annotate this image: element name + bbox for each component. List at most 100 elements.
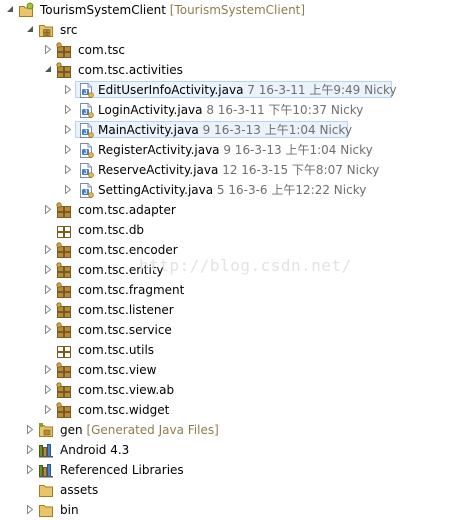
package-item[interactable]: com.tsc.listener bbox=[0, 300, 472, 320]
item-name: com.tsc.adapter bbox=[78, 203, 176, 217]
item-label: assets bbox=[60, 480, 98, 500]
file-item[interactable]: J RegisterActivity.java 9 16-3-13 上午1:04 … bbox=[0, 140, 472, 160]
item-name: com.tsc.fragment bbox=[78, 283, 185, 297]
package-icon bbox=[56, 360, 74, 380]
item-label: com.tsc.view.ab bbox=[78, 380, 174, 400]
file-item[interactable]: J EditUserInfoActivity.java 7 16-3-11 上午9… bbox=[0, 80, 472, 100]
android-project-icon bbox=[18, 0, 36, 20]
collapsed-arrow-icon[interactable] bbox=[64, 80, 74, 100]
collapsed-arrow-icon[interactable] bbox=[44, 280, 54, 300]
tree-folder-item[interactable]: Referenced Libraries bbox=[0, 460, 472, 480]
svg-text:J: J bbox=[84, 130, 87, 136]
item-name: com.tsc bbox=[78, 43, 125, 57]
item-label: com.tsc.activities bbox=[78, 60, 183, 80]
collapsed-arrow-icon[interactable] bbox=[44, 40, 54, 60]
file-item[interactable]: J SettingActivity.java 5 16-3-6 上午12:22 N… bbox=[0, 180, 472, 200]
expanded-arrow-icon[interactable] bbox=[26, 20, 36, 40]
collapsed-arrow-icon[interactable] bbox=[26, 460, 36, 480]
tree-folder-item[interactable]: bin bbox=[0, 500, 472, 520]
package-item[interactable]: com.tsc.activities bbox=[0, 60, 472, 80]
package-item[interactable]: com.tsc.adapter bbox=[0, 200, 472, 220]
package-icon bbox=[56, 240, 74, 260]
package-item[interactable]: com.tsc.service bbox=[0, 320, 472, 340]
package-item[interactable]: com.tsc.view bbox=[0, 360, 472, 380]
package-item[interactable]: com.tsc.fragment bbox=[0, 280, 472, 300]
item-label: com.tsc.service bbox=[78, 320, 172, 340]
generated-folder-icon bbox=[38, 420, 56, 440]
package-icon bbox=[56, 280, 74, 300]
package-icon bbox=[56, 40, 74, 60]
source-folder-icon bbox=[38, 20, 56, 40]
file-meta: 12 16-3-15 下午8:07 Nicky bbox=[222, 163, 380, 177]
item-label: src bbox=[60, 20, 78, 40]
item-label: com.tsc.db bbox=[78, 220, 144, 240]
package-item[interactable]: com.tsc.view.ab bbox=[0, 380, 472, 400]
file-item[interactable]: J ReserveActivity.java 12 16-3-15 下午8:07 … bbox=[0, 160, 472, 180]
package-item[interactable]: com.tsc.widget bbox=[0, 400, 472, 420]
file-item[interactable]: J LoginActivity.java 8 16-3-11 下午10:37 Ni… bbox=[0, 100, 472, 120]
svg-text:J: J bbox=[84, 170, 87, 176]
file-name: ReserveActivity.java bbox=[98, 163, 219, 177]
collapsed-arrow-icon[interactable] bbox=[44, 380, 54, 400]
expanded-arrow-icon[interactable] bbox=[44, 60, 54, 80]
collapsed-arrow-icon[interactable] bbox=[26, 440, 36, 460]
item-name: TourismSystemClient bbox=[40, 3, 166, 17]
item-label: com.tsc.fragment bbox=[78, 280, 184, 300]
expanded-arrow-icon[interactable] bbox=[6, 0, 16, 20]
collapsed-arrow-icon[interactable] bbox=[44, 300, 54, 320]
collapsed-arrow-icon[interactable] bbox=[44, 240, 54, 260]
tree-folder-item[interactable]: Android 4.3 bbox=[0, 440, 472, 460]
collapsed-arrow-icon[interactable] bbox=[44, 260, 54, 280]
item-label: com.tsc.encoder bbox=[78, 240, 178, 260]
collapsed-arrow-icon[interactable] bbox=[64, 180, 74, 200]
file-name: SettingActivity.java bbox=[98, 183, 214, 197]
file-name: RegisterActivity.java bbox=[98, 143, 220, 157]
package-item[interactable]: com.tsc.utils bbox=[0, 340, 472, 360]
item-label: com.tsc.view bbox=[78, 360, 156, 380]
java-file-icon: J bbox=[78, 180, 96, 200]
file-label: LoginActivity.java 8 16-3-11 下午10:37 Nic… bbox=[98, 100, 363, 120]
project-item[interactable]: TourismSystemClient [TourismSystemClient… bbox=[0, 0, 472, 20]
item-name: com.tsc.view.ab bbox=[78, 383, 175, 397]
package-item[interactable]: com.tsc.encoder bbox=[0, 240, 472, 260]
item-name: assets bbox=[60, 483, 99, 497]
package-icon bbox=[56, 300, 74, 320]
file-meta: 8 16-3-11 下午10:37 Nicky bbox=[206, 103, 364, 117]
package-icon bbox=[56, 400, 74, 420]
item-name: com.tsc.utils bbox=[78, 343, 155, 357]
item-label: gen [Generated Java Files] bbox=[60, 420, 219, 440]
file-item[interactable]: J MainActivity.java 9 16-3-13 上午1:04 Nick… bbox=[0, 120, 472, 140]
package-item[interactable]: com.tsc.entity bbox=[0, 260, 472, 280]
collapsed-arrow-icon[interactable] bbox=[64, 120, 74, 140]
collapsed-arrow-icon[interactable] bbox=[64, 140, 74, 160]
collapsed-arrow-icon[interactable] bbox=[26, 500, 36, 520]
java-file-icon: J bbox=[78, 80, 96, 100]
file-meta: 7 16-3-11 上午9:49 Nicky bbox=[247, 83, 397, 97]
collapsed-arrow-icon[interactable] bbox=[44, 360, 54, 380]
item-name: com.tsc.entity bbox=[78, 263, 164, 277]
tree-folder-item[interactable]: src bbox=[0, 20, 472, 40]
svg-text:J: J bbox=[84, 110, 87, 116]
item-label: TourismSystemClient [TourismSystemClient… bbox=[40, 0, 305, 20]
tree-folder-item[interactable]: assets bbox=[0, 480, 472, 500]
collapsed-arrow-icon[interactable] bbox=[26, 420, 36, 440]
package-icon bbox=[56, 60, 74, 80]
file-label: MainActivity.java 9 16-3-13 上午1:04 Nicky bbox=[98, 120, 352, 140]
item-label: bin bbox=[60, 500, 79, 520]
item-label: com.tsc bbox=[78, 40, 125, 60]
collapsed-arrow-icon[interactable] bbox=[44, 400, 54, 420]
package-item[interactable]: com.tsc bbox=[0, 40, 472, 60]
package-item[interactable]: com.tsc.db bbox=[0, 220, 472, 240]
collapsed-arrow-icon[interactable] bbox=[44, 320, 54, 340]
collapsed-arrow-icon[interactable] bbox=[64, 100, 74, 120]
item-name: com.tsc.db bbox=[78, 223, 145, 237]
file-label: ReserveActivity.java 12 16-3-15 下午8:07 N… bbox=[98, 160, 379, 180]
tree-folder-item[interactable]: gen [Generated Java Files] bbox=[0, 420, 472, 440]
item-label: com.tsc.widget bbox=[78, 400, 169, 420]
file-name: LoginActivity.java bbox=[98, 103, 203, 117]
item-label: com.tsc.entity bbox=[78, 260, 164, 280]
collapsed-arrow-icon[interactable] bbox=[64, 160, 74, 180]
collapsed-arrow-icon[interactable] bbox=[44, 200, 54, 220]
package-empty-icon bbox=[56, 340, 74, 360]
folder-icon bbox=[38, 480, 56, 500]
